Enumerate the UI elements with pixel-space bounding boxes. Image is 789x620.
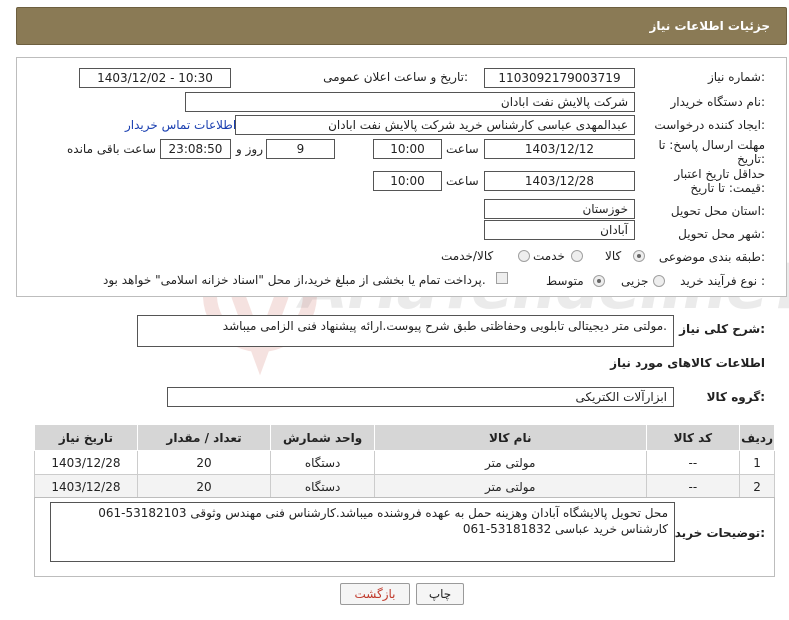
- col-header-unit: واحد شمارش: [270, 424, 375, 451]
- remaining-label: ساعت باقی مانده: [67, 142, 157, 156]
- cell-date: 1403/12/28: [34, 474, 138, 499]
- days-field: 9: [266, 139, 335, 159]
- category-goods-radio[interactable]: [633, 250, 645, 262]
- category-label: طبقه بندی موضوعی:: [658, 250, 765, 264]
- buyer-contact-link[interactable]: اطلاعات تماس خریدار: [125, 118, 236, 132]
- city-label: شهر محل تحویل:: [678, 227, 765, 241]
- col-header-qty: تعداد / مقدار: [136, 424, 272, 451]
- category-service-label: خدمت: [533, 249, 565, 263]
- remaining-time-field: 23:08:50: [160, 139, 231, 159]
- cell-code: --: [645, 450, 741, 475]
- goods-section-title: اطلاعات کالاهای مورد نیاز: [610, 356, 765, 370]
- description-field[interactable]: مولتی متر دیجیتالی تابلویی وحفاظتی طبق ش…: [137, 315, 674, 347]
- announce-label: تاریخ و ساعت اعلان عمومی:: [323, 70, 468, 84]
- col-header-row-no: ردیف: [739, 424, 775, 451]
- buyer-org-label: نام دستگاه خریدار:: [670, 95, 766, 109]
- deadline-time-field: 10:00: [373, 139, 442, 159]
- cell-unit: دستگاه: [270, 450, 375, 475]
- cell-row-no: 2: [739, 474, 775, 499]
- cell-name: مولتی متر: [373, 450, 647, 475]
- table-row: 2 -- مولتی متر دستگاه 20 1403/12/28: [34, 474, 775, 499]
- page-header: جزئیات اطلاعات نیاز: [16, 7, 787, 45]
- city-field: آبادان: [484, 220, 635, 240]
- process-label: نوع فرآیند خرید :: [680, 274, 765, 288]
- need-number-label: شماره نیاز:: [707, 70, 765, 84]
- cell-name: مولتی متر: [373, 474, 647, 499]
- deadline-label: مهلت ارسال پاسخ: تا تاریخ:: [658, 138, 765, 166]
- process-minor-radio[interactable]: [653, 275, 665, 287]
- treasury-payment-checkbox[interactable]: [496, 272, 508, 284]
- goods-group-field: ابزارآلات الکتریکی: [167, 387, 674, 407]
- table-header-row: ردیف کد کالا نام کالا واحد شمارش تعداد /…: [34, 424, 775, 451]
- cell-date: 1403/12/28: [34, 450, 138, 475]
- validity-label: حداقل تاریخ اعتبار قیمت: تا تاریخ:: [674, 167, 765, 195]
- province-label: استان محل تحویل:: [670, 204, 765, 218]
- col-header-date: تاریخ نیاز: [34, 424, 138, 451]
- col-header-name: نام کالا: [373, 424, 647, 451]
- cell-qty: 20: [136, 450, 272, 475]
- validity-date-field: 1403/12/28: [484, 171, 635, 191]
- province-field: خوزستان: [484, 199, 635, 219]
- creator-field: عبدالمهدی عباسی کارشناس خرید شرکت پالایش…: [235, 115, 635, 135]
- buyer-notes-field[interactable]: محل تحویل پالایشگاه آبادان وهزینه حمل به…: [50, 502, 675, 562]
- validity-time-field: 10:00: [373, 171, 442, 191]
- buyer-org-field: شرکت پالایش نفت ابادان: [185, 92, 635, 112]
- table-row: 1 -- مولتی متر دستگاه 20 1403/12/28: [34, 450, 775, 475]
- category-goods-label: کالا: [605, 249, 622, 263]
- deadline-date-field: 1403/12/12: [484, 139, 635, 159]
- days-label: روز و: [236, 142, 263, 156]
- cell-code: --: [645, 474, 741, 499]
- description-label: شرح کلی نیاز:: [679, 322, 765, 336]
- cell-row-no: 1: [739, 450, 775, 475]
- cell-unit: دستگاه: [270, 474, 375, 499]
- goods-group-label: گروه کالا:: [706, 390, 765, 404]
- process-medium-radio[interactable]: [593, 275, 605, 287]
- buyer-notes-label: توضیحات خریدار:: [663, 526, 765, 540]
- deadline-time-label: ساعت: [446, 142, 479, 156]
- page-title: جزئیات اطلاعات نیاز: [649, 19, 770, 33]
- category-service-radio[interactable]: [571, 250, 583, 262]
- announce-field: 1403/12/02 - 10:30: [79, 68, 231, 88]
- cell-qty: 20: [136, 474, 272, 499]
- print-button[interactable]: چاپ: [416, 583, 464, 605]
- col-header-code: کد کالا: [645, 424, 741, 451]
- category-goods-service-label: کالا/خدمت: [441, 249, 494, 263]
- process-medium-label: متوسط: [546, 274, 584, 288]
- items-table-wrapper: ردیف کد کالا نام کالا واحد شمارش تعداد /…: [34, 424, 775, 499]
- process-minor-label: جزیی: [621, 274, 649, 288]
- creator-label: ایجاد کننده درخواست:: [654, 118, 765, 132]
- items-table: ردیف کد کالا نام کالا واحد شمارش تعداد /…: [34, 424, 775, 499]
- back-button[interactable]: بازگشت: [340, 583, 410, 605]
- category-goods-service-radio[interactable]: [518, 250, 530, 262]
- treasury-payment-note: پرداخت تمام یا بخشی از مبلغ خرید،از محل …: [103, 273, 486, 287]
- validity-time-label: ساعت: [446, 174, 479, 188]
- need-number-field: 1103092179003719: [484, 68, 635, 88]
